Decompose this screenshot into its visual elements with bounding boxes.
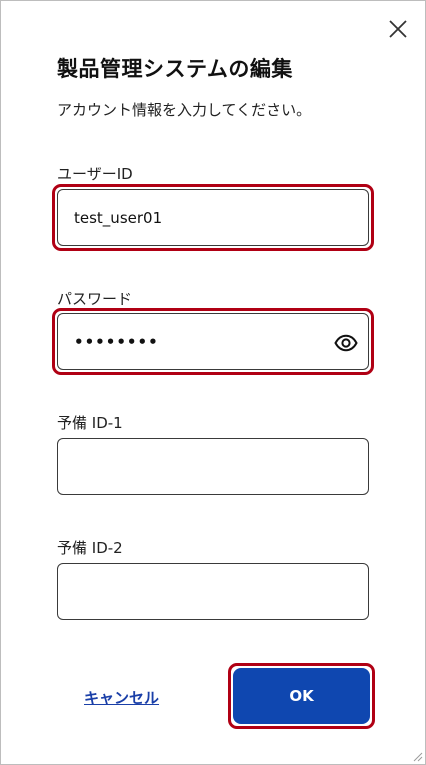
spare-id-1-label: 予備 ID-1 [57, 414, 123, 432]
dialog-title: 製品管理システムの編集 [57, 57, 293, 81]
ok-button[interactable]: OK [233, 668, 370, 724]
eye-icon[interactable] [334, 331, 358, 355]
cancel-button[interactable]: キャンセル [84, 687, 159, 708]
password-label: パスワード [57, 290, 133, 308]
resize-grip-icon[interactable] [411, 750, 423, 762]
close-button[interactable] [384, 15, 412, 43]
dialog-subtitle: アカウント情報を入力してください。 [57, 101, 312, 119]
spare-id-2-field[interactable] [57, 563, 369, 620]
close-icon [389, 20, 407, 38]
spare-id-1-input[interactable] [74, 457, 352, 476]
spare-id-1-field[interactable] [57, 438, 369, 495]
password-masked-value: •••••••• [74, 332, 159, 351]
spare-id-2-label: 予備 ID-2 [57, 539, 123, 557]
user-id-input[interactable] [74, 208, 352, 227]
edit-dialog: 製品管理システムの編集 アカウント情報を入力してください。 ユーザーID パスワ… [0, 0, 426, 765]
user-id-field[interactable] [57, 189, 369, 246]
spare-id-2-input[interactable] [74, 582, 352, 601]
user-id-label: ユーザーID [57, 165, 133, 183]
password-field[interactable]: •••••••• [57, 313, 369, 370]
